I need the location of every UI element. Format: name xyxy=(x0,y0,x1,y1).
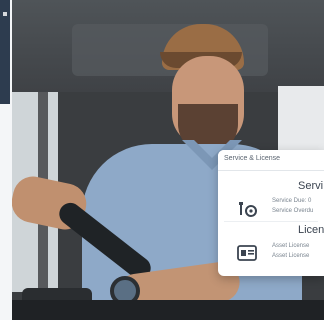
license-line-2: Asset License xyxy=(272,253,310,259)
rail-tab-mark xyxy=(3,12,7,16)
service-license-card[interactable]: Service & License Servi Service Due: 0 S… xyxy=(218,150,324,276)
wrench-gear-icon xyxy=(239,202,257,217)
license-section-title: Licen xyxy=(298,224,324,236)
license-line-1: Asset License xyxy=(272,243,310,249)
rail-tab[interactable] xyxy=(0,0,10,104)
service-line-1: Service Due: 0 xyxy=(272,198,312,204)
license-card-icon xyxy=(237,245,257,261)
card-header: Service & License xyxy=(218,150,324,171)
dashboard xyxy=(12,300,324,320)
service-line-2: Service Overdu xyxy=(272,208,314,214)
card-divider xyxy=(224,221,318,222)
service-section-title: Servi xyxy=(298,180,324,192)
card-title: Service & License xyxy=(224,155,281,162)
